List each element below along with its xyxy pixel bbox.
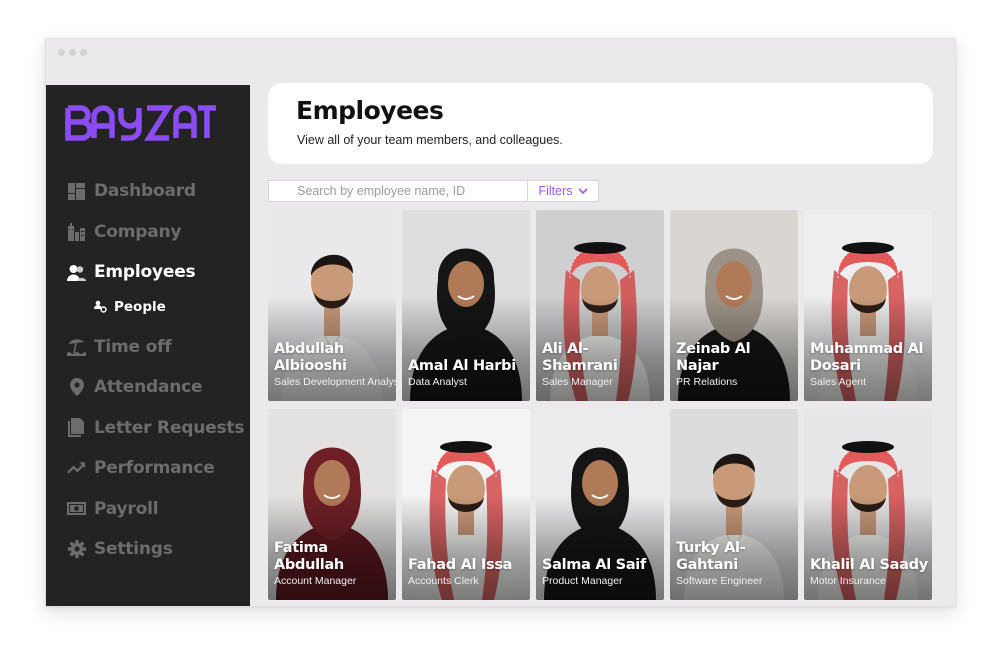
sidebar-item-label: Company xyxy=(94,221,182,242)
sidebar-item-payroll[interactable]: Payroll xyxy=(46,489,250,530)
employee-info: Amal Al Harbi Data Analyst xyxy=(408,358,526,389)
employee-card[interactable]: Fahad Al Issa Accounts Clerk xyxy=(402,409,530,600)
portrait-shape xyxy=(842,242,894,254)
trending-up-icon xyxy=(67,459,86,478)
sidebar-item-performance[interactable]: Performance xyxy=(46,448,250,489)
employee-name: Ali Al-Shamrani xyxy=(542,341,618,374)
employee-name: Abdullah Albiooshi xyxy=(274,341,347,374)
sidebar-item-label: Attendance xyxy=(94,377,203,398)
employee-card[interactable]: Abdullah Albiooshi Sales Development Ana… xyxy=(268,210,396,401)
portrait-shape xyxy=(842,441,894,453)
employee-card[interactable]: Amal Al Harbi Data Analyst xyxy=(402,210,530,401)
employee-card[interactable]: Ali Al-Shamrani Sales Manager xyxy=(536,210,664,401)
portrait-shape xyxy=(440,441,492,453)
employee-card[interactable]: Turky Al-Gahtani Software Engineer xyxy=(670,409,798,600)
page-header: Employees View all of your team members,… xyxy=(268,83,933,164)
sidebar-nav: Dashboard Company Employees People Time … xyxy=(46,171,250,570)
sidebar-subitem-label: People xyxy=(114,298,166,315)
employee-info: Salma Al Saif Product Manager xyxy=(542,557,660,588)
employee-role: Sales Development Analyst xyxy=(274,376,396,388)
beach-umbrella-icon xyxy=(67,337,86,357)
bayzat-logo[interactable] xyxy=(65,105,217,146)
banknote-icon xyxy=(67,499,86,518)
employee-name: Muhammad Al Dosari xyxy=(810,341,924,374)
sidebar-item-label: Employees xyxy=(94,262,196,283)
chevron-down-icon xyxy=(577,184,588,198)
page-title: Employees xyxy=(296,96,444,125)
window-minimize-dot[interactable] xyxy=(69,49,76,56)
employee-info: Fatima Abdullah Account Manager xyxy=(274,540,392,588)
dashboard-icon xyxy=(67,182,86,201)
sidebar-item-label: Time off xyxy=(94,336,172,357)
sidebar-item-time-off[interactable]: Time off xyxy=(46,327,250,368)
sidebar-item-company[interactable]: Company xyxy=(46,212,250,253)
employee-info: Ali Al-Shamrani Sales Manager xyxy=(542,341,660,389)
employee-role: Software Engineer xyxy=(676,575,763,587)
employee-role: Accounts Clerk xyxy=(408,575,479,587)
employee-name: Salma Al Saif xyxy=(542,557,646,573)
sidebar-item-label: Settings xyxy=(94,539,173,560)
employee-info: Muhammad Al Dosari Sales Agent xyxy=(810,341,928,389)
employee-role: Motor Insurance xyxy=(810,575,886,587)
app-window: Dashboard Company Employees People Time … xyxy=(45,38,956,607)
employee-name: Fatima Abdullah xyxy=(274,540,344,573)
employee-name: Amal Al Harbi xyxy=(408,358,516,374)
sidebar-item-label: Performance xyxy=(94,458,215,479)
sidebar-item-dashboard[interactable]: Dashboard xyxy=(46,171,250,212)
employee-grid: Abdullah Albiooshi Sales Development Ana… xyxy=(268,210,933,600)
employee-role: PR Relations xyxy=(676,376,738,388)
employee-info: Fahad Al Issa Accounts Clerk xyxy=(408,557,526,588)
people-icon xyxy=(94,300,107,313)
employee-info: Zeinab Al Najar PR Relations xyxy=(676,341,794,389)
employee-card[interactable]: Muhammad Al Dosari Sales Agent xyxy=(804,210,932,401)
employee-name: Khalil Al Saady xyxy=(810,557,928,573)
window-controls xyxy=(58,49,87,56)
sidebar-item-label: Payroll xyxy=(94,498,159,519)
window-close-dot[interactable] xyxy=(58,49,65,56)
employees-icon xyxy=(67,263,86,282)
document-icon xyxy=(67,418,86,438)
sidebar-item-attendance[interactable]: Attendance xyxy=(46,367,250,408)
page-subtitle: View all of your team members, and colle… xyxy=(297,133,563,147)
employee-info: Turky Al-Gahtani Software Engineer xyxy=(676,540,794,588)
window-maximize-dot[interactable] xyxy=(80,49,87,56)
sidebar-item-settings[interactable]: Settings xyxy=(46,529,250,570)
portrait-shape xyxy=(574,242,626,254)
employee-card[interactable]: Khalil Al Saady Motor Insurance xyxy=(804,409,932,600)
employee-name: Fahad Al Issa xyxy=(408,557,513,573)
bayzat-logo-icon xyxy=(65,105,216,141)
employee-card[interactable]: Salma Al Saif Product Manager xyxy=(536,409,664,600)
sidebar-subitem-people[interactable]: People xyxy=(46,289,250,325)
filters-label: Filters xyxy=(538,184,573,198)
employee-search-input[interactable] xyxy=(269,181,527,201)
employee-role: Product Manager xyxy=(542,575,623,587)
sidebar-item-letter-requests[interactable]: Letter Requests xyxy=(46,408,250,449)
employee-name: Zeinab Al Najar xyxy=(676,341,751,374)
sidebar-item-label: Dashboard xyxy=(94,181,196,202)
employee-role: Account Manager xyxy=(274,575,357,587)
sidebar-item-label: Letter Requests xyxy=(94,417,245,438)
employee-role: Sales Agent xyxy=(810,376,867,388)
employee-card[interactable]: Fatima Abdullah Account Manager xyxy=(268,409,396,600)
employee-info: Khalil Al Saady Motor Insurance xyxy=(810,557,928,588)
sidebar: Dashboard Company Employees People Time … xyxy=(46,85,250,606)
company-building-icon xyxy=(67,222,86,242)
employee-card[interactable]: Zeinab Al Najar PR Relations xyxy=(670,210,798,401)
employee-role: Data Analyst xyxy=(408,376,467,388)
filters-button[interactable]: Filters xyxy=(528,180,599,202)
location-pin-icon xyxy=(67,378,86,397)
window-titlebar xyxy=(46,39,955,85)
gear-icon xyxy=(67,540,86,559)
employee-search xyxy=(268,180,528,202)
employee-info: Abdullah Albiooshi Sales Development Ana… xyxy=(274,341,396,389)
employee-role: Sales Manager xyxy=(542,376,613,388)
employee-name: Turky Al-Gahtani xyxy=(676,540,746,573)
sidebar-item-employees[interactable]: Employees xyxy=(46,252,250,293)
